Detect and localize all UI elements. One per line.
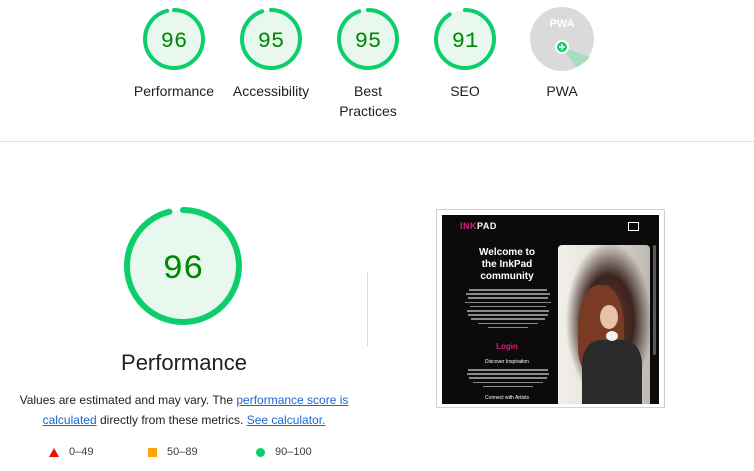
headline-line-1: Welcome to xyxy=(479,247,535,258)
best-practices-label[interactable]: Best Practices xyxy=(313,81,423,121)
discover-text-lines xyxy=(464,369,552,390)
performance-main-gauge: 96 xyxy=(122,205,244,327)
tattoo-photo xyxy=(558,245,650,404)
final-screenshot[interactable]: INKPAD Welcome to the InkPad community L… xyxy=(436,209,665,408)
legend-average-range: 50–89 xyxy=(167,446,198,458)
inkpad-logo: INKPAD xyxy=(460,221,497,231)
legend-pass: 90–100 xyxy=(256,446,312,458)
best-practices-score: 95 xyxy=(355,29,381,54)
seo-gauge[interactable]: 91 xyxy=(433,7,497,71)
screenshot-page: INKPAD Welcome to the InkPad community L… xyxy=(442,215,659,404)
performance-score: 96 xyxy=(161,29,187,54)
photo-face xyxy=(600,305,618,329)
accessibility-label[interactable]: Accessibility xyxy=(216,81,326,101)
green-circle-icon xyxy=(256,447,265,457)
best-practices-gauge[interactable]: 95 xyxy=(336,7,400,71)
note-prefix: Values are estimated and may vary. The xyxy=(19,393,237,407)
accessibility-gauge[interactable]: 95 xyxy=(239,7,303,71)
seo-score: 91 xyxy=(452,29,478,54)
legend-fail-range: 0–49 xyxy=(69,446,94,458)
performance-gauge[interactable]: 96 xyxy=(142,7,206,71)
performance-label[interactable]: Performance xyxy=(119,81,229,101)
red-triangle-icon xyxy=(49,447,59,457)
performance-main-score: 96 xyxy=(163,251,204,289)
login-text: Login xyxy=(496,342,518,351)
photo-flower xyxy=(606,331,618,341)
section-divider xyxy=(0,141,754,142)
menu-icon xyxy=(628,222,639,231)
logo-ink: INK xyxy=(460,221,477,231)
headline-line-2: the InkPad xyxy=(481,259,533,270)
accessibility-score: 95 xyxy=(258,29,284,54)
logo-pad: PAD xyxy=(477,221,497,231)
screenshot-scrollbar xyxy=(653,245,656,355)
legend-fail: 0–49 xyxy=(49,446,93,458)
vertical-divider xyxy=(367,272,368,346)
pwa-gauge[interactable]: PWA xyxy=(530,7,594,71)
welcome-headline: Welcome to the InkPad community xyxy=(462,247,552,283)
pwa-label[interactable]: PWA xyxy=(507,81,617,101)
performance-title: Performance xyxy=(121,350,247,375)
photo-body xyxy=(582,340,642,404)
note-middle: directly from these metrics. xyxy=(96,413,247,427)
headline-line-3: community xyxy=(480,271,534,282)
intro-text-lines xyxy=(464,289,552,331)
performance-note: Values are estimated and may vary. The p… xyxy=(18,390,350,430)
legend-average: 50–89 xyxy=(148,446,198,458)
discover-text: Discover Inspiration xyxy=(485,359,529,365)
see-calculator-link[interactable]: See calculator. xyxy=(247,413,326,427)
legend-pass-range: 90–100 xyxy=(275,446,312,458)
pwa-badge-text: PWA xyxy=(549,18,574,30)
seo-label[interactable]: SEO xyxy=(410,81,520,101)
orange-square-icon xyxy=(148,447,157,457)
connect-text: Connect with Artists xyxy=(485,395,529,401)
